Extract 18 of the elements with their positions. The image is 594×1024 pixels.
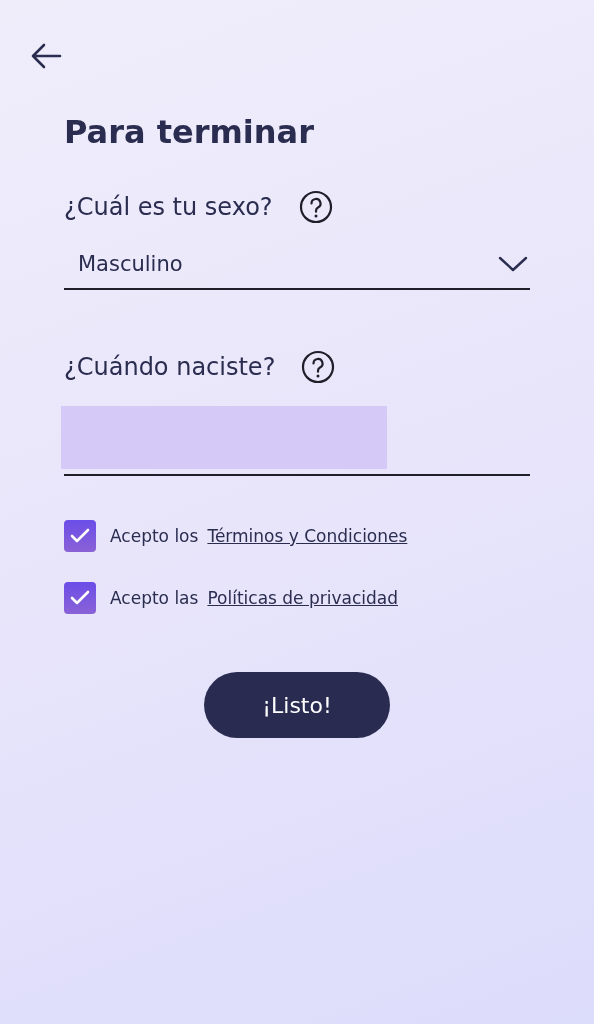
question-label: ¿Cuál es tu sexo? (64, 192, 273, 223)
checkbox[interactable] (64, 582, 96, 614)
birth-date-field[interactable] (64, 406, 530, 476)
checkmark-icon (70, 590, 90, 606)
sex-dropdown[interactable]: Masculino (64, 246, 530, 290)
agreement-link[interactable]: Términos y Condiciones (207, 526, 408, 546)
checkmark-icon (70, 528, 90, 544)
agreement-text: Acepto las (110, 588, 199, 608)
page-title: Para terminar (64, 112, 315, 152)
question-label: ¿Cuándo naciste? (64, 352, 276, 383)
help-icon[interactable] (298, 190, 333, 224)
chevron-down-icon (498, 255, 528, 273)
help-icon[interactable] (301, 350, 336, 384)
checkbox[interactable] (64, 520, 96, 552)
agreement-link[interactable]: Políticas de privacidad (207, 588, 399, 608)
back-arrow-icon (30, 42, 62, 70)
agreement-text: Acepto los (110, 526, 199, 546)
submit-button[interactable]: ¡Listo! (204, 672, 390, 738)
